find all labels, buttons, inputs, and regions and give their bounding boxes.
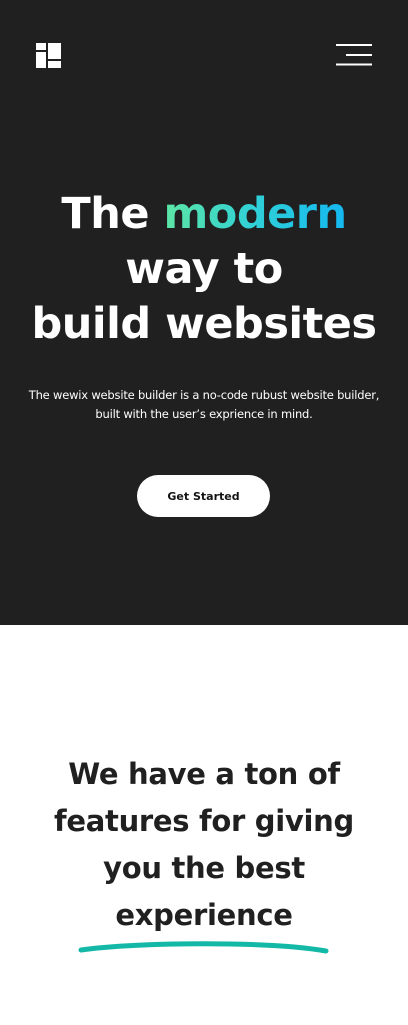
hero-subtitle-line-1: The wewix website builder is a no-code r… [28,388,380,402]
features-heading: We have a ton of features for giving you… [0,751,408,939]
brush-underline-decoration [78,941,329,954]
get-started-button[interactable]: Get Started [137,475,270,517]
hamburger-menu-icon[interactable] [336,44,372,66]
hero-section: The modern way to build websites The wew… [0,0,408,625]
hero-heading-line-2: way to [125,244,283,294]
hero-heading: The modern way to build websites [0,187,408,352]
features-heading-line-2: features for giving [54,804,354,838]
hero-heading-line-1: The modern [0,187,408,242]
hero-heading-accent: modern [163,189,347,239]
features-heading-line-1: We have a ton of [68,757,340,791]
features-heading-line-4: experience [115,898,293,932]
grid-logo-icon[interactable] [36,43,61,68]
hero-subtitle-line-2: built with the user’s exprience in mind. [95,407,313,421]
hero-heading-word: The [61,189,149,239]
hero-heading-line-3: build websites [31,299,377,349]
features-heading-line-3: you the best [103,851,305,885]
hero-subtitle: The wewix website builder is a no-code r… [0,386,408,424]
